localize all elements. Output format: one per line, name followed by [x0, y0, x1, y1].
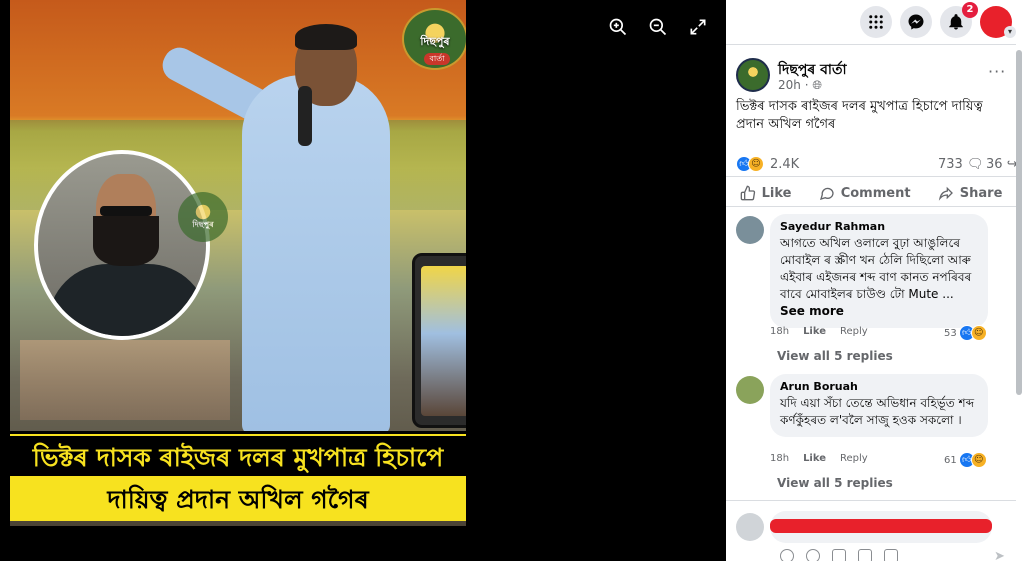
divider — [726, 176, 1016, 177]
speaker-body — [242, 75, 390, 435]
comment-count[interactable]: 733 🗨︎ — [938, 157, 983, 172]
commenter-name[interactable]: Arun Boruah — [780, 380, 978, 393]
like-button[interactable]: Like — [740, 185, 791, 201]
comment-like-button[interactable]: Like — [803, 326, 826, 337]
comment-time[interactable]: 18h — [770, 326, 789, 337]
share-button[interactable]: Share — [938, 185, 1002, 201]
post-photo[interactable]: দিছপুৰ দিছপুৰ বাৰ্তা ভিক্টৰ দাসক ৰাইজৰ দ… — [10, 0, 466, 526]
page-avatar[interactable] — [736, 58, 770, 92]
comment-bubble-icon — [819, 187, 834, 200]
composer-tools — [780, 549, 898, 561]
viewer-toolbar — [605, 14, 711, 40]
my-avatar — [736, 513, 764, 541]
banner-line-1: ভিক্টৰ দাসক ৰাইজৰ দলৰ মুখপাত্ৰ হিচাপে — [32, 443, 444, 472]
comment-reactions[interactable]: 53 👍︎ ☺ — [944, 325, 987, 341]
chevron-down-icon[interactable]: ▾ — [1004, 26, 1016, 38]
avatar-sticker-icon[interactable] — [780, 549, 794, 561]
notification-badge: 2 — [962, 2, 978, 18]
comment-input[interactable] — [770, 511, 992, 543]
camera-icon[interactable] — [832, 549, 846, 561]
thumbs-up-icon — [740, 185, 755, 201]
send-icon[interactable]: ➤ — [994, 549, 1005, 561]
caption-banner: ভিক্টৰ দাসক ৰাইজৰ দলৰ মুখপাত্ৰ হিচাপে দা… — [10, 431, 466, 521]
zoom-out-icon[interactable] — [645, 14, 671, 40]
comment-icon: 🗨︎ — [966, 157, 984, 172]
post-text: ভিক্টৰ দাসক ৰাইজৰ দলৰ মুখপাত্ৰ হিচাপে দা… — [736, 99, 983, 132]
globe-icon: 🌐︎ — [812, 78, 822, 92]
commenter-name[interactable]: Sayedur Rahman — [780, 220, 978, 233]
comment-meta: 18h Like Reply — [770, 453, 868, 464]
emoji-icon[interactable] — [806, 549, 820, 561]
post-actions: Like Comment Share — [726, 180, 1016, 206]
channel-logo: দিছপুৰ বাৰ্তা — [402, 8, 466, 70]
comment-bubble: Arun Boruah যদি এয়া সঁচা তেন্তে অভিধান … — [770, 374, 988, 437]
comment-reply-button[interactable]: Reply — [840, 453, 868, 464]
haha-reaction-icon: ☺ — [970, 452, 987, 468]
haha-reaction-icon: ☺ — [970, 325, 987, 341]
notifications-icon[interactable]: 2 — [940, 2, 978, 38]
microphone — [298, 86, 312, 146]
fullscreen-icon[interactable] — [685, 14, 711, 40]
divider — [726, 206, 1016, 207]
comment-reply-button[interactable]: Reply — [840, 326, 868, 337]
comment-time[interactable]: 18h — [770, 453, 789, 464]
inset-portrait — [34, 150, 210, 340]
reaction-summary[interactable]: 👍︎ ☺ 2.4K — [736, 156, 799, 172]
see-more-link[interactable]: See more — [780, 304, 844, 318]
redacted-text — [770, 519, 992, 533]
more-options-button[interactable]: ··· — [988, 62, 1006, 81]
messenger-icon[interactable] — [900, 6, 932, 38]
comment-text: আগতে অখিল ওলালে বুঢ়া আঙুলিৰে মোবাইল ৰ স… — [780, 236, 972, 318]
commenter-avatar[interactable] — [736, 376, 764, 404]
share-arrow-icon — [938, 186, 953, 201]
crowd — [20, 340, 230, 420]
divider — [726, 500, 1016, 501]
divider — [726, 44, 1016, 45]
share-count[interactable]: 36 ↪ — [986, 157, 1018, 172]
view-replies-link[interactable]: View all 5 replies — [777, 349, 893, 363]
speaker-hair — [295, 24, 357, 50]
commenter-avatar[interactable] — [736, 216, 764, 244]
haha-reaction-icon: ☺ — [748, 156, 764, 172]
sticker-icon[interactable] — [884, 549, 898, 561]
phone — [412, 253, 466, 428]
reaction-count: 2.4K — [770, 156, 800, 172]
comment-meta: 18h Like Reply — [770, 326, 868, 337]
banner-line-2: দায়িত্ব প্ৰদান অখিল গগৈৰ — [107, 485, 369, 514]
zoom-in-icon[interactable] — [605, 14, 631, 40]
post-time[interactable]: 20h · 🌐︎ — [778, 78, 822, 93]
comment-text: যদি এয়া সঁচা তেন্তে অভিধান বহিৰ্ভূত শব্… — [780, 396, 975, 427]
top-bar: 2 ▾ — [726, 0, 1024, 44]
comment-reactions[interactable]: 61 👍︎ ☺ — [944, 452, 987, 468]
watermark-logo: দিছপুৰ — [178, 192, 228, 242]
comment-like-button[interactable]: Like — [803, 453, 826, 464]
view-replies-link[interactable]: View all 5 replies — [777, 476, 893, 490]
menu-grid-icon[interactable] — [860, 6, 892, 38]
gif-icon[interactable] — [858, 549, 872, 561]
comment-button[interactable]: Comment — [819, 185, 911, 201]
photo-viewer: দিছপুৰ দিছপুৰ বাৰ্তা ভিক্টৰ দাসক ৰাইজৰ দ… — [0, 0, 726, 561]
scrollbar[interactable] — [1016, 50, 1022, 395]
post-panel: 2 ▾ দিছপুৰ বাৰ্তা 20h · 🌐︎ ··· ভিক্টৰ দা… — [726, 0, 1024, 561]
comment-bubble: Sayedur Rahman আগতে অখিল ওলালে বুঢ়া আঙু… — [770, 214, 988, 328]
